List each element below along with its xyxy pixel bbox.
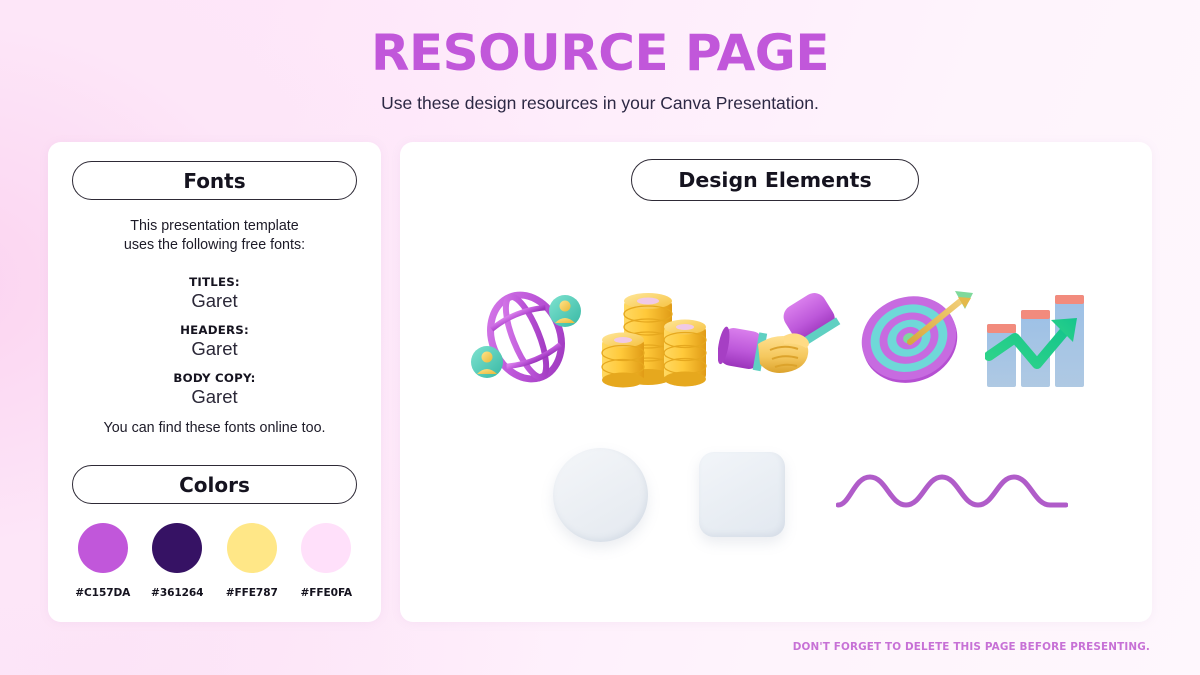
soft-rounded-square-shape[interactable] <box>699 452 787 539</box>
soft-circle-body <box>553 448 648 542</box>
color-swatch-hex-1: #C157DA <box>75 587 131 599</box>
color-swatch-dot-2[interactable] <box>152 523 203 573</box>
footer-reminder-note: DON'T FORGET TO DELETE THIS PAGE BEFORE … <box>792 641 1150 653</box>
color-swatch-hex-4: #FFE0FA <box>300 587 353 599</box>
soft-circle-shape[interactable] <box>553 448 650 543</box>
fonts-intro-line-1: This presentation template <box>130 218 299 234</box>
fonts-outro-text: You can find these fonts online too. <box>103 420 326 436</box>
font-group-headers-label: HEADERS: <box>180 323 249 337</box>
soft-square-body <box>699 452 785 537</box>
target-arrow-icon[interactable] <box>855 287 975 390</box>
color-swatch-row: #C157DA #361264 #FFE787 #FFE0FA <box>72 523 357 599</box>
colors-section-header-label: Colors <box>179 472 250 497</box>
fonts-intro-text: This presentation template uses the foll… <box>48 217 381 255</box>
colors-section-header[interactable]: Colors <box>72 465 357 504</box>
growth-bar-chart-icon[interactable] <box>984 292 1090 389</box>
color-swatch-hex-3: #FFE787 <box>225 587 278 599</box>
font-group-titles-label: TITLES: <box>189 275 240 289</box>
fonts-section-header[interactable]: Fonts <box>72 161 357 200</box>
page-title: RESOURCE PAGE <box>371 24 829 82</box>
handshake-icon[interactable] <box>717 292 843 384</box>
color-swatch-hex-2: #361264 <box>151 587 204 599</box>
color-swatch-dot-3[interactable] <box>226 523 277 573</box>
font-group-body-copy-label: BODY COPY: <box>173 371 256 385</box>
font-group-titles-value: Garet <box>191 290 238 311</box>
color-swatch-dot-1[interactable] <box>77 523 128 573</box>
design-elements-section-header[interactable]: Design Elements <box>631 159 919 201</box>
globe-network-icon[interactable] <box>466 283 586 391</box>
purple-wave-line[interactable] <box>835 465 1069 520</box>
font-group-titles: TITLES: Garet <box>48 275 381 312</box>
font-group-body-copy: BODY COPY: Garet <box>48 371 381 408</box>
color-swatch-item[interactable]: #361264 <box>147 523 209 599</box>
page-subtitle: Use these design resources in your Canva… <box>381 93 819 113</box>
design-elements-header-label: Design Elements <box>678 168 872 192</box>
fonts-section-header-label: Fonts <box>183 168 246 193</box>
color-swatch-item[interactable]: #FFE787 <box>221 523 283 599</box>
color-swatch-item[interactable]: #FFE0FA <box>296 523 358 599</box>
font-group-headers: HEADERS: Garet <box>48 323 381 360</box>
coin-stacks-icon[interactable] <box>600 285 710 390</box>
color-swatch-item[interactable]: #C157DA <box>72 523 134 599</box>
font-group-headers-value: Garet <box>191 338 238 359</box>
fonts-intro-line-2: uses the following free fonts: <box>123 237 306 253</box>
color-swatch-dot-4[interactable] <box>301 523 352 573</box>
font-group-body-copy-value: Garet <box>191 386 238 407</box>
